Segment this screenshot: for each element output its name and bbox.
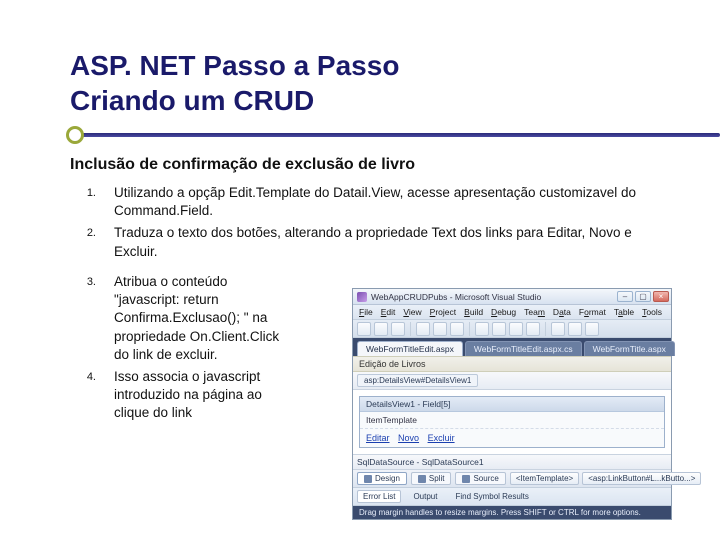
breadcrumb[interactable]: asp:DetailsView#DetailsView1 <box>357 374 478 387</box>
title-line-2: Criando um CRUD <box>70 85 314 116</box>
menu-data[interactable]: Data <box>553 307 571 317</box>
menu-debug[interactable]: Debug <box>491 307 516 317</box>
link-novo[interactable]: Novo <box>398 433 419 443</box>
view-tab-design[interactable]: Design <box>357 472 407 485</box>
step-item: 2. Traduza o texto dos botões, alterando… <box>70 224 660 260</box>
tab-webform-title[interactable]: WebFormTitle.aspx <box>584 341 675 356</box>
toolbar-button[interactable] <box>551 322 565 336</box>
source-icon <box>462 475 470 483</box>
template-header: DetailsView1 - Field[5] <box>360 397 664 412</box>
visual-studio-icon <box>357 292 367 302</box>
ide-menubar: File Edit View Project Build Debug Team … <box>353 305 671 320</box>
step-item: 1. Utilizando a opçãp Edit.Template do D… <box>70 184 660 220</box>
section-subheading: Inclusão de confirmação de exclusão de l… <box>70 156 660 174</box>
menu-tools[interactable]: Tools <box>642 307 662 317</box>
close-button[interactable]: × <box>653 291 669 302</box>
view-tab-source[interactable]: Source <box>455 472 505 485</box>
menu-edit[interactable]: Edit <box>381 307 396 317</box>
toolbar-button[interactable] <box>374 322 388 336</box>
ide-titlebar: WebAppCRUDPubs - Microsoft Visual Studio… <box>353 289 671 305</box>
title-underline <box>66 126 660 144</box>
tab-find-symbol[interactable]: Find Symbol Results <box>449 490 534 503</box>
step-number: 1. <box>70 184 114 201</box>
step-number: 3. <box>70 273 114 290</box>
template-row-label: ItemTemplate <box>360 412 664 429</box>
tag-chip[interactable]: <ItemTemplate> <box>510 472 579 485</box>
link-editar[interactable]: Editar <box>366 433 390 443</box>
menu-format[interactable]: Format <box>579 307 606 317</box>
maximize-button[interactable]: ▢ <box>635 291 651 302</box>
toolbar-button[interactable] <box>391 322 405 336</box>
step-number: 4. <box>70 368 114 385</box>
output-tabs: Error List Output Find Symbol Results <box>353 488 671 506</box>
menu-build[interactable]: Build <box>464 307 483 317</box>
step-text: Atribua o conteúdo "javascript: return C… <box>114 273 282 364</box>
toolbar-button[interactable] <box>585 322 599 336</box>
page-heading: Edição de Livros <box>353 356 671 372</box>
detailsview-template: DetailsView1 - Field[5] ItemTemplate Edi… <box>359 396 665 448</box>
toolbar-button[interactable] <box>450 322 464 336</box>
menu-view[interactable]: View <box>403 307 421 317</box>
view-tab-split[interactable]: Split <box>411 472 452 485</box>
toolbar-button[interactable] <box>416 322 430 336</box>
step-number: 2. <box>70 224 114 241</box>
menu-team[interactable]: Team <box>524 307 545 317</box>
link-excluir[interactable]: Excluir <box>428 433 455 443</box>
menu-file[interactable]: File <box>359 307 373 317</box>
minimize-button[interactable]: – <box>617 291 633 302</box>
toolbar-button[interactable] <box>526 322 540 336</box>
breadcrumb-bar: asp:DetailsView#DetailsView1 <box>353 372 671 390</box>
toolbar-button[interactable] <box>492 322 506 336</box>
datasource-label: SqlDataSource - SqlDataSource1 <box>357 457 484 467</box>
design-icon <box>364 475 372 483</box>
tab-webform-edit[interactable]: WebFormTitleEdit.aspx <box>357 341 463 356</box>
tab-output[interactable]: Output <box>407 490 443 503</box>
menu-table[interactable]: Table <box>614 307 634 317</box>
split-icon <box>418 475 426 483</box>
toolbar-button[interactable] <box>433 322 447 336</box>
toolbar-button[interactable] <box>357 322 371 336</box>
ide-window-title: WebAppCRUDPubs - Microsoft Visual Studio <box>371 292 541 302</box>
toolbar-button[interactable] <box>568 322 582 336</box>
toolbar-button[interactable] <box>475 322 489 336</box>
step-text: Isso associa o javascript introduzido na… <box>114 368 282 423</box>
title-line-1: ASP. NET Passo a Passo <box>70 50 399 81</box>
tag-chip[interactable]: <asp:LinkButton#L...kButto...> <box>582 472 701 485</box>
step-text: Utilizando a opçãp Edit.Template do Data… <box>114 184 660 220</box>
datasource-bar: SqlDataSource - SqlDataSource1 <box>353 455 671 470</box>
ide-screenshot: WebAppCRUDPubs - Microsoft Visual Studio… <box>352 288 672 520</box>
ide-toolbar <box>353 320 671 338</box>
status-bar: Drag margin handles to resize margins. P… <box>353 506 671 519</box>
menu-project[interactable]: Project <box>430 307 456 317</box>
designer-surface: DetailsView1 - Field[5] ItemTemplate Edi… <box>353 390 671 455</box>
toolbar-button[interactable] <box>509 322 523 336</box>
tab-error-list[interactable]: Error List <box>357 490 401 503</box>
view-mode-strip: Design Split Source <ItemTemplate> <asp:… <box>353 470 671 488</box>
document-tabs: WebFormTitleEdit.aspx WebFormTitleEdit.a… <box>353 338 671 356</box>
step-text: Traduza o texto dos botões, alterando a … <box>114 224 660 260</box>
command-links: Editar Novo Excluir <box>360 429 664 447</box>
slide-title: ASP. NET Passo a Passo Criando um CRUD <box>70 48 660 118</box>
tab-webform-edit-cs[interactable]: WebFormTitleEdit.aspx.cs <box>465 341 582 356</box>
